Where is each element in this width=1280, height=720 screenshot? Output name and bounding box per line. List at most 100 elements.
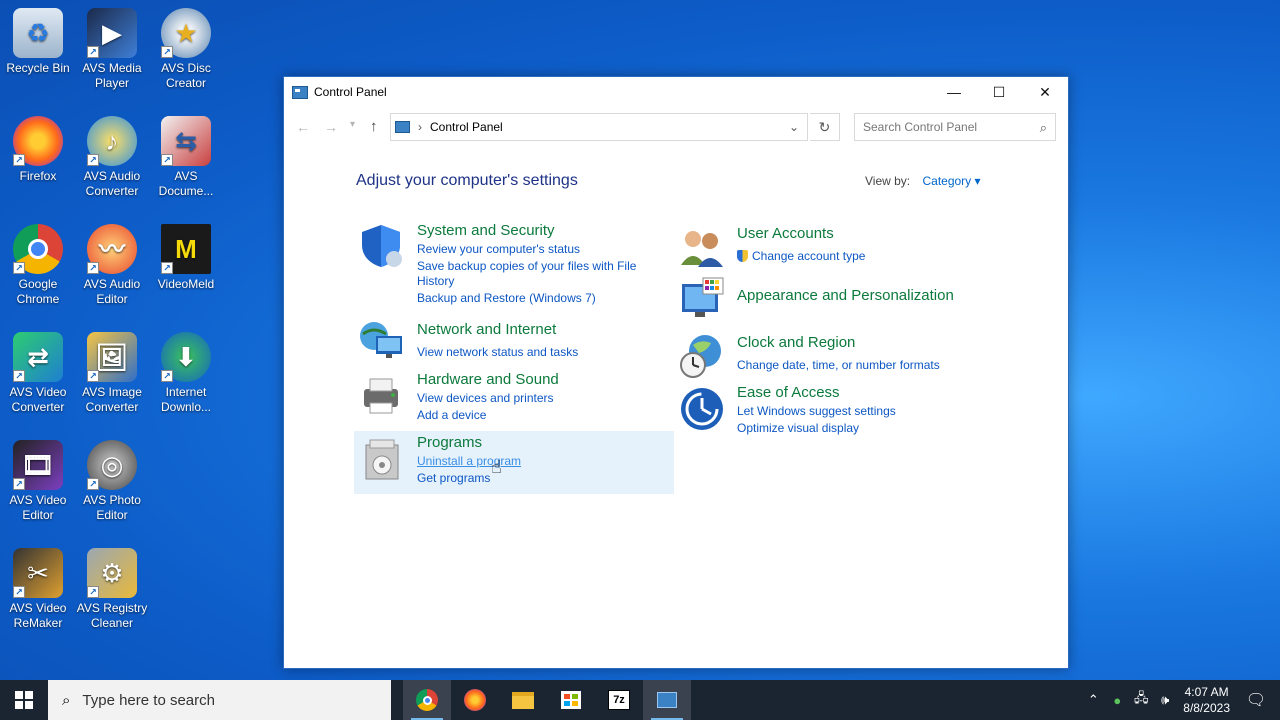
desktop-icon-internet-download[interactable]: ⬇ ↗ Internet Downlo... bbox=[148, 332, 224, 415]
address-dropdown-chevron-icon[interactable]: ⌄ bbox=[789, 120, 799, 134]
window-title: Control Panel bbox=[314, 85, 387, 99]
search-icon[interactable]: ⌕ bbox=[1040, 120, 1047, 136]
search-input[interactable]: Search Control Panel ⌕ bbox=[854, 113, 1056, 141]
link-save-backup[interactable]: Save backup copies of your files with Fi… bbox=[417, 259, 636, 274]
link-windows-suggest-settings[interactable]: Let Windows suggest settings bbox=[737, 404, 896, 419]
link-review-status[interactable]: Review your computer's status bbox=[417, 242, 580, 257]
taskbar-7zip[interactable]: 7z bbox=[595, 680, 643, 720]
desktop-icon-avs-document[interactable]: ⇆ ↗ AVS Docume... bbox=[148, 116, 224, 199]
category-ease-of-access[interactable]: Ease of Access bbox=[737, 384, 840, 401]
photo-editor-icon: ◎ ↗ bbox=[87, 440, 137, 490]
link-backup-restore[interactable]: Backup and Restore (Windows 7) bbox=[417, 291, 596, 306]
maximize-button[interactable]: ☐ bbox=[976, 77, 1022, 107]
network-tray-icon[interactable]: ● bbox=[1105, 693, 1129, 708]
document-converter-icon: ⇆ ↗ bbox=[161, 116, 211, 166]
download-manager-icon: ⬇ ↗ bbox=[161, 332, 211, 382]
category-appearance-and-personalization[interactable]: Appearance and Personalization bbox=[737, 287, 954, 304]
store-icon bbox=[561, 691, 581, 709]
media-player-icon: ▶ ↗ bbox=[87, 8, 137, 58]
ease-of-access-icon[interactable] bbox=[679, 386, 725, 432]
programs-icon[interactable] bbox=[362, 437, 408, 483]
desktop-icon-firefox[interactable]: ↗ Firefox bbox=[0, 116, 76, 184]
desktop-icon-avs-media-player[interactable]: ▶ ↗ AVS Media Player bbox=[74, 8, 150, 91]
uac-shield-icon bbox=[737, 250, 748, 262]
link-uninstall-program[interactable]: Uninstall a program bbox=[417, 454, 521, 469]
taskbar-store[interactable] bbox=[547, 680, 595, 720]
control-panel-icon bbox=[395, 121, 410, 133]
user-accounts-icon[interactable] bbox=[679, 225, 725, 271]
link-optimize-visual-display[interactable]: Optimize visual display bbox=[737, 421, 859, 436]
category-user-accounts[interactable]: User Accounts bbox=[737, 225, 834, 242]
desktop-icon-avs-video-converter[interactable]: ⇄ ↗ AVS Video Converter bbox=[0, 332, 76, 415]
ethernet-icon[interactable]: 🖧 bbox=[1129, 689, 1153, 711]
category-clock-and-region[interactable]: Clock and Region bbox=[737, 334, 855, 351]
link-view-devices[interactable]: View devices and printers bbox=[417, 391, 554, 406]
close-button[interactable]: ✕ bbox=[1022, 77, 1068, 107]
link-get-programs[interactable]: Get programs bbox=[417, 471, 490, 486]
breadcrumb[interactable]: Control Panel bbox=[430, 120, 503, 134]
desktop-icon-avs-audio-converter[interactable]: ♪ ↗ AVS Audio Converter bbox=[74, 116, 150, 199]
desktop-icon-google-chrome[interactable]: ↗ Google Chrome bbox=[0, 224, 76, 307]
category-hardware-and-sound[interactable]: Hardware and Sound bbox=[417, 371, 559, 388]
category-network-and-internet[interactable]: Network and Internet bbox=[417, 321, 556, 338]
category-programs[interactable]: Programs bbox=[417, 434, 482, 451]
view-by: View by: Category ▾ bbox=[865, 174, 981, 188]
address-bar[interactable]: › Control Panel ⌄ bbox=[390, 113, 808, 141]
video-converter-icon: ⇄ ↗ bbox=[13, 332, 63, 382]
taskbar: ⌕ Type here to search 7z ⌃ ● 🖧 🕪 4:07 AM… bbox=[0, 680, 1280, 720]
audio-editor-icon: 〰 ↗ bbox=[87, 224, 137, 274]
start-button[interactable] bbox=[0, 680, 48, 720]
up-button[interactable]: ↑ bbox=[370, 118, 378, 135]
show-hidden-icons-chevron-icon[interactable]: ⌃ bbox=[1081, 692, 1105, 708]
refresh-button[interactable]: ↻ bbox=[810, 113, 840, 141]
volume-icon[interactable]: 🕪 bbox=[1153, 692, 1177, 708]
link-change-account-type[interactable]: Change account type bbox=[737, 249, 865, 264]
recent-locations-chevron-icon[interactable]: ▾ bbox=[350, 119, 355, 130]
taskbar-firefox[interactable] bbox=[451, 680, 499, 720]
desktop-icon-videomeld[interactable]: M ↗ VideoMeld bbox=[148, 224, 224, 292]
dropdown-arrow-icon: ▾ bbox=[974, 174, 981, 188]
breadcrumb-chevron-icon: › bbox=[418, 120, 422, 134]
desktop-icon-avs-image-converter[interactable]: 🖼 ↗ AVS Image Converter bbox=[74, 332, 150, 415]
desktop-icon-avs-registry-cleaner[interactable]: ⚙ ↗ AVS Registry Cleaner bbox=[74, 548, 150, 631]
back-button[interactable]: ← bbox=[296, 119, 310, 135]
desktop-icon-avs-disc-creator[interactable]: ★ ↗ AVS Disc Creator bbox=[148, 8, 224, 91]
view-by-dropdown[interactable]: Category ▾ bbox=[922, 174, 980, 188]
shield-icon[interactable] bbox=[358, 223, 404, 269]
desktop-icon-avs-photo-editor[interactable]: ◎ ↗ AVS Photo Editor bbox=[74, 440, 150, 523]
firefox-icon bbox=[464, 689, 486, 711]
link-network-status[interactable]: View network status and tasks bbox=[417, 345, 578, 360]
desktop-icon-recycle-bin[interactable]: ♻ Recycle Bin bbox=[0, 8, 76, 76]
forward-button[interactable]: → bbox=[324, 119, 338, 135]
appearance-monitor-icon[interactable] bbox=[679, 276, 725, 322]
link-save-backup-cont[interactable]: History bbox=[417, 274, 454, 289]
image-converter-icon: 🖼 ↗ bbox=[87, 332, 137, 382]
search-placeholder: Search Control Panel bbox=[863, 120, 978, 134]
link-add-device[interactable]: Add a device bbox=[417, 408, 486, 423]
desktop-icon-avs-video-editor[interactable]: 🎞 ↗ AVS Video Editor bbox=[0, 440, 76, 523]
category-system-and-security[interactable]: System and Security bbox=[417, 222, 555, 239]
videomeld-icon: M ↗ bbox=[161, 224, 211, 274]
clock-time: 4:07 AM bbox=[1184, 685, 1229, 699]
network-globe-icon[interactable] bbox=[358, 318, 404, 364]
registry-cleaner-icon: ⚙ ↗ bbox=[87, 548, 137, 598]
control-panel-icon bbox=[292, 85, 308, 99]
taskbar-chrome[interactable] bbox=[403, 680, 451, 720]
search-icon: ⌕ bbox=[62, 691, 71, 709]
taskbar-file-explorer[interactable] bbox=[499, 680, 547, 720]
title-bar[interactable]: Control Panel — ☐ ✕ bbox=[284, 77, 1068, 107]
action-center-icon[interactable]: 🗨 bbox=[1244, 690, 1268, 710]
desktop-icon-avs-video-remaker[interactable]: ✂ ↗ AVS Video ReMaker bbox=[0, 548, 76, 631]
control-panel-icon bbox=[657, 692, 677, 708]
clock[interactable]: 4:07 AM 8/8/2023 bbox=[1183, 684, 1230, 716]
minimize-button[interactable]: — bbox=[931, 77, 977, 107]
disc-icon: ★ ↗ bbox=[161, 8, 211, 58]
audio-converter-icon: ♪ ↗ bbox=[87, 116, 137, 166]
clock-globe-icon[interactable] bbox=[679, 333, 725, 379]
printer-icon[interactable] bbox=[358, 373, 404, 419]
taskbar-control-panel[interactable] bbox=[643, 680, 691, 720]
desktop-icon-avs-audio-editor[interactable]: 〰 ↗ AVS Audio Editor bbox=[74, 224, 150, 307]
link-change-date-formats[interactable]: Change date, time, or number formats bbox=[737, 358, 940, 373]
taskbar-search-input[interactable]: ⌕ Type here to search bbox=[48, 680, 391, 720]
7zip-icon: 7z bbox=[608, 690, 630, 710]
